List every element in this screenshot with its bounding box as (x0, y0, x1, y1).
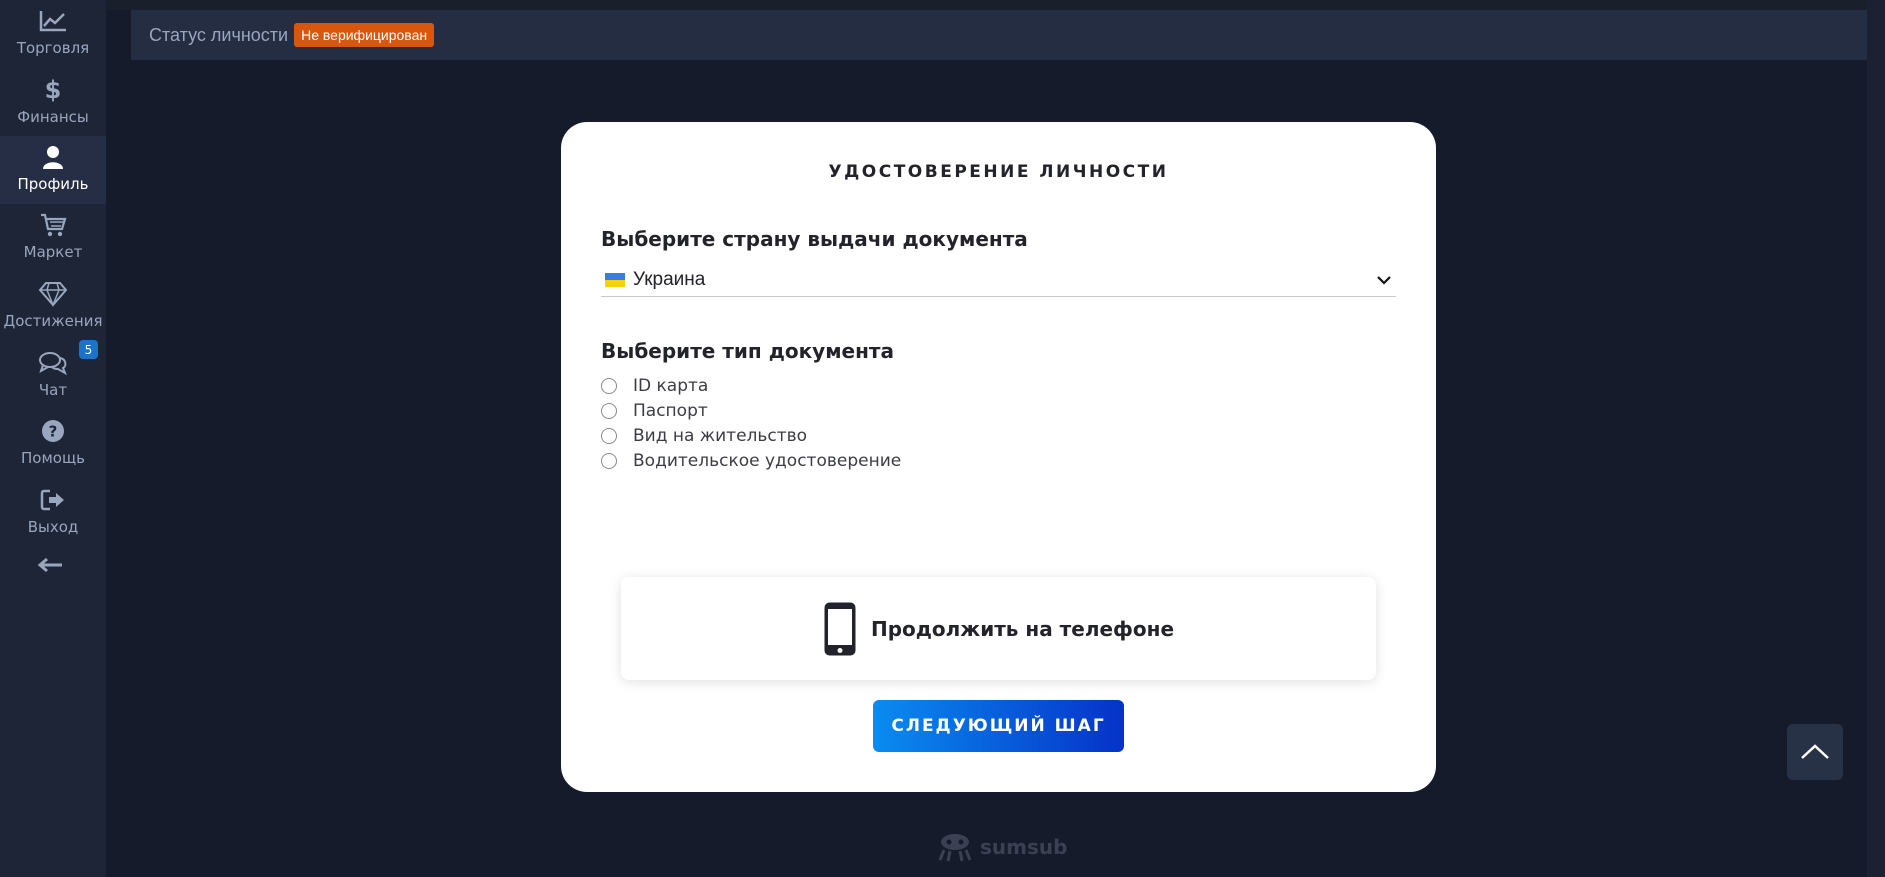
country-label: Выберите страну выдачи документа (601, 227, 1028, 251)
identity-status-header: Статус личности Не верифицирован (131, 10, 1867, 60)
doc-type-label: Паспорт (633, 401, 708, 421)
modal-heading: УДОСТОВЕРЕНИЕ ЛИЧНОСТИ (828, 162, 1169, 182)
ukraine-flag-icon (605, 273, 625, 287)
sidebar-item-label: Достижения (3, 312, 103, 330)
document-type-label: Выберите тип документа (601, 339, 895, 363)
country-select[interactable]: Украина (601, 264, 1396, 297)
radio-button[interactable] (601, 428, 617, 444)
arrow-left-icon[interactable] (36, 555, 64, 575)
question-icon: ? (41, 416, 65, 446)
sumsub-logo: sumsub (936, 830, 1067, 864)
sidebar-item-label: Торговля (16, 39, 90, 57)
sidebar-item-label: Финансы (17, 108, 89, 126)
status-badge: Не верифицирован (294, 23, 435, 47)
diamond-icon (38, 279, 68, 309)
chart-line-icon (38, 6, 68, 36)
sidebar-item-label: Помощь (21, 449, 85, 467)
sidebar-item-label: Чат (38, 381, 68, 399)
doc-type-option-residence-permit[interactable]: Вид на жительство (601, 424, 807, 448)
doc-type-label: ID карта (633, 376, 709, 396)
radio-button[interactable] (601, 378, 617, 394)
exit-icon (40, 485, 66, 515)
sidebar-item-label: Выход (27, 518, 79, 536)
identity-status-title: Статус личности (149, 24, 289, 45)
doc-type-option-drivers-license[interactable]: Водительское удостоверение (601, 449, 901, 473)
radio-button[interactable] (601, 403, 617, 419)
sidebar-item-market[interactable]: Маркет (0, 204, 106, 272)
doc-type-label: Водительское удостоверение (633, 451, 902, 471)
user-icon (42, 142, 64, 172)
sidebar: Торговля $ Финансы Профиль Маркет Достиж… (0, 0, 106, 877)
sidebar-item-help[interactable]: ? Помощь (0, 410, 106, 478)
svg-text:$: $ (45, 76, 62, 104)
sumsub-brand-text: sumsub (980, 835, 1068, 859)
doc-type-option-passport[interactable]: Паспорт (601, 399, 708, 423)
chat-icon (38, 348, 68, 378)
chevron-down-icon (1377, 276, 1391, 285)
cart-icon (39, 210, 67, 240)
sidebar-item-finance[interactable]: $ Финансы (0, 69, 106, 137)
country-value: Украина (633, 269, 706, 290)
top-strip (106, 0, 1885, 10)
sidebar-item-achievements[interactable]: Достижения (0, 273, 106, 341)
svg-text:?: ? (49, 423, 58, 441)
sumsub-mascot-icon (938, 834, 972, 862)
verification-modal: УДОСТОВЕРЕНИЕ ЛИЧНОСТИ Выберите страну в… (561, 122, 1436, 792)
chat-unread-badge: 5 (79, 340, 98, 359)
sidebar-item-label: Профиль (17, 175, 89, 193)
sidebar-item-label: Маркет (23, 243, 83, 261)
chevron-up-icon (1801, 744, 1829, 759)
sidebar-item-profile[interactable]: Профиль (0, 136, 106, 204)
sidebar-item-exit[interactable]: Выход (0, 479, 106, 547)
dollar-icon: $ (43, 75, 63, 105)
sidebar-item-trading[interactable]: Торговля (0, 0, 106, 68)
right-edge-panel (1867, 0, 1885, 877)
radio-button[interactable] (601, 453, 617, 469)
continue-on-phone-button[interactable]: Продолжить на телефоне (621, 577, 1376, 680)
smartphone-icon (824, 602, 856, 655)
scroll-to-top-button[interactable] (1787, 724, 1843, 780)
next-step-button[interactable]: СЛЕДУЮЩИЙ ШАГ (873, 700, 1124, 752)
continue-on-phone-label: Продолжить на телефоне (870, 616, 1175, 641)
doc-type-option-id-card[interactable]: ID карта (601, 374, 708, 398)
doc-type-label: Вид на жительство (633, 426, 808, 446)
